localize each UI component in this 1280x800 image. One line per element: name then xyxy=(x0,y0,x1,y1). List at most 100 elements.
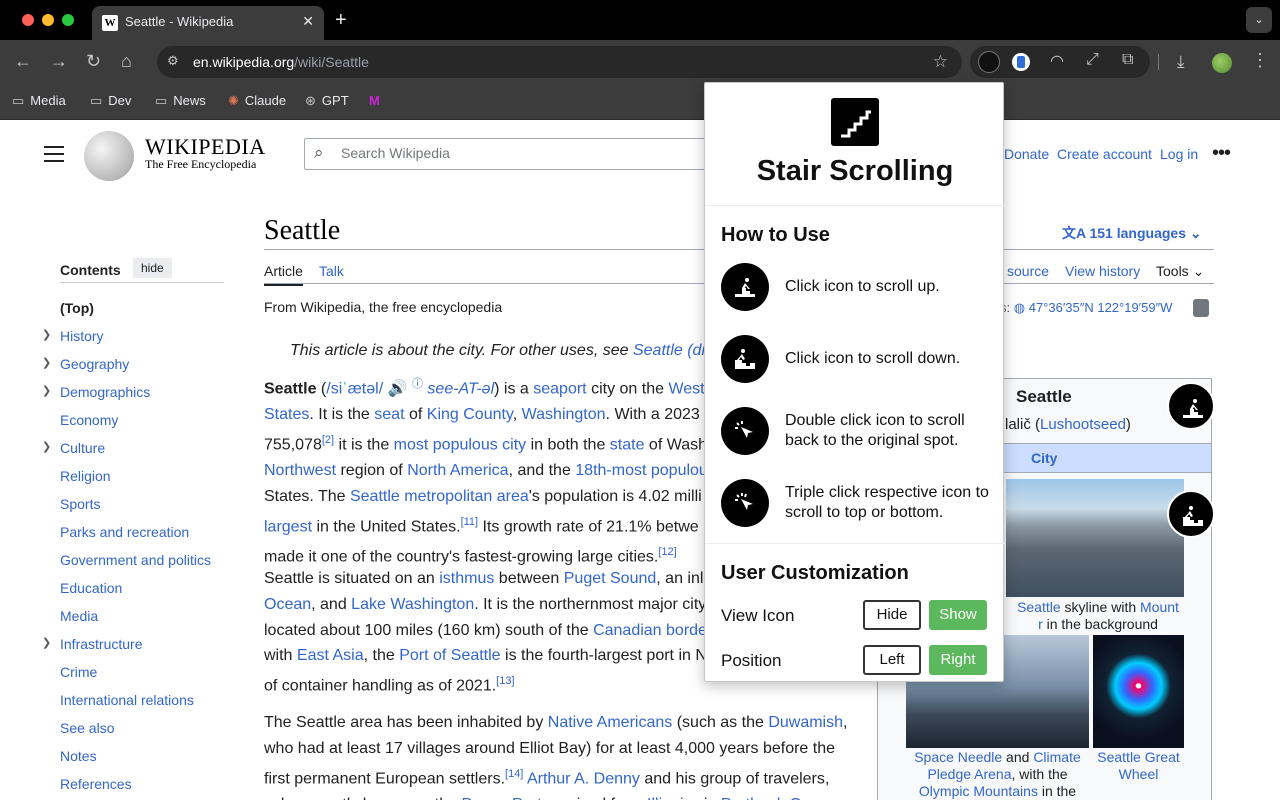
toc-item-history[interactable]: History xyxy=(60,328,104,344)
history-paragraph: The Seattle area has been inhabited by N… xyxy=(264,714,848,800)
bookmark-m-icon[interactable]: M xyxy=(369,93,380,108)
skyline-caption: Seattle skyline with Mount r in the backg… xyxy=(1017,599,1179,632)
wiki-search-box[interactable]: ⌕ xyxy=(304,138,724,170)
create-account-link[interactable]: Create account xyxy=(1057,146,1152,162)
city-link[interactable]: City xyxy=(1031,450,1057,466)
toc-item-infrastructure[interactable]: Infrastructure xyxy=(60,636,142,652)
chevron-right-icon[interactable]: ❯ xyxy=(42,356,51,369)
great-wheel-photo[interactable] xyxy=(1093,635,1184,748)
toc-item-culture[interactable]: Culture xyxy=(60,440,105,456)
scroll-up-icon xyxy=(721,263,769,311)
browser-tab[interactable]: W Seattle - Wikipedia ✕ xyxy=(92,6,324,40)
tools-menu[interactable]: Tools ⌄ xyxy=(1156,263,1204,280)
toc-item-international[interactable]: International relations xyxy=(60,692,194,708)
disambiguation-link[interactable]: Seattle (di xyxy=(633,342,705,359)
bookmark-star-icon[interactable]: ☆ xyxy=(933,52,948,72)
scroll-up-floating-button[interactable] xyxy=(1167,382,1215,430)
toc-item-religion[interactable]: Religion xyxy=(60,468,111,484)
blue-extension-icon[interactable] xyxy=(1012,53,1030,71)
bookmark-news[interactable]: ▭ News xyxy=(155,93,206,109)
toc-item-government[interactable]: Government and politics xyxy=(60,552,211,568)
site-info-icon[interactable]: ⚙ xyxy=(167,53,179,69)
toc-item-education[interactable]: Education xyxy=(60,580,122,596)
toc-hide-button[interactable]: hide xyxy=(133,258,172,278)
scroll-down-floating-button[interactable] xyxy=(1167,490,1215,538)
popup-title: Stair Scrolling xyxy=(756,155,954,187)
triple-click-icon xyxy=(721,479,769,527)
browser-menu-icon[interactable]: ⋮ xyxy=(1251,50,1269,71)
howto-step-2: Click icon to scroll down. xyxy=(785,350,961,367)
chevron-right-icon[interactable]: ❯ xyxy=(42,636,51,649)
main-menu-icon[interactable] xyxy=(44,146,64,167)
languages-button[interactable]: 文A 151 languages ⌄ xyxy=(1062,223,1202,243)
scroll-down-icon xyxy=(721,335,769,383)
arc-extension-icon[interactable]: ◠ xyxy=(1050,51,1068,70)
minimize-window-button[interactable] xyxy=(42,14,54,26)
bookmark-dev[interactable]: ▭ Dev xyxy=(90,93,131,109)
position-label: Position xyxy=(721,651,782,670)
bookmark-claude[interactable]: ✺ Claude xyxy=(228,93,286,109)
toc-item-economy[interactable]: Economy xyxy=(60,412,118,428)
back-arrow-icon[interactable]: ← xyxy=(14,51,32,72)
folder-icon: ▭ xyxy=(90,93,103,108)
translate-icon: 文A xyxy=(1062,225,1090,241)
puzzle-icon[interactable]: ⧉ xyxy=(1122,51,1140,69)
donate-link[interactable]: Donate xyxy=(1004,146,1049,162)
toc-item-media[interactable]: Media xyxy=(60,608,98,624)
toc-item-crime[interactable]: Crime xyxy=(60,664,97,680)
chevron-right-icon[interactable]: ❯ xyxy=(42,328,51,341)
stairs-logo-icon xyxy=(831,98,879,146)
globe-icon: ◍ xyxy=(1013,300,1026,315)
address-bar[interactable]: ⚙ en.wikipedia.org/wiki/Seattle ☆ xyxy=(157,46,962,78)
chevron-right-icon[interactable]: ❯ xyxy=(42,440,51,453)
position-right-button[interactable]: Right xyxy=(929,645,987,675)
download-icon[interactable]: ⤓ xyxy=(1177,52,1185,72)
wikipedia-globe-logo[interactable] xyxy=(84,131,134,181)
tab-bar: W Seattle - Wikipedia ✕ + ⌄ xyxy=(0,0,1280,40)
howto-step-3: Double click icon to scroll back to the … xyxy=(785,412,965,449)
forward-arrow-icon[interactable]: → xyxy=(50,51,68,72)
folder-icon: ▭ xyxy=(12,93,25,108)
toc-item-geography[interactable]: Geography xyxy=(60,356,129,372)
lushootseed-link[interactable]: Lushootseed xyxy=(1040,416,1126,433)
position-left-button[interactable]: Left xyxy=(863,645,921,675)
search-icon: ⌕ xyxy=(314,143,324,162)
chevron-right-icon[interactable]: ❯ xyxy=(42,384,51,397)
tab-close-icon[interactable]: ✕ xyxy=(302,13,314,30)
search-input[interactable] xyxy=(341,145,701,161)
new-tab-button[interactable]: + xyxy=(335,9,347,32)
skyline-photo[interactable] xyxy=(1006,479,1184,597)
maximize-window-button[interactable] xyxy=(62,14,74,26)
home-icon[interactable]: ⌂ xyxy=(121,51,132,72)
toc-item-demographics[interactable]: Demographics xyxy=(60,384,150,400)
lock-icon[interactable] xyxy=(1193,299,1209,317)
hide-icon-button[interactable]: Hide xyxy=(863,600,921,630)
toc-item-references[interactable]: References xyxy=(60,776,132,792)
reload-icon[interactable]: ↻ xyxy=(86,51,101,72)
toc-item-sports[interactable]: Sports xyxy=(60,496,100,512)
url-text[interactable]: en.wikipedia.org/wiki/Seattle xyxy=(193,54,369,70)
bookmark-gpt[interactable]: ⊛ GPT xyxy=(305,93,349,109)
tab-search-button[interactable]: ⌄ xyxy=(1246,7,1272,33)
show-icon-button[interactable]: Show xyxy=(929,600,987,630)
tab-view-history[interactable]: View history xyxy=(1065,263,1140,279)
login-link[interactable]: Log in xyxy=(1160,146,1198,162)
howto-step-1: Click icon to scroll up. xyxy=(785,278,940,295)
profile-avatar[interactable] xyxy=(1212,53,1232,73)
tab-talk[interactable]: Talk xyxy=(319,263,344,279)
toc-title: Contents xyxy=(60,262,121,278)
infobox-native-name: lalič (Lushootseed) xyxy=(1005,416,1131,433)
toolbar-divider xyxy=(1158,54,1159,70)
toc-item-top[interactable]: (Top) xyxy=(60,300,94,316)
bookmark-media[interactable]: ▭ Media xyxy=(12,93,66,109)
toc-item-see-also[interactable]: See also xyxy=(60,720,114,736)
tab-view-source[interactable]: source xyxy=(1007,263,1049,279)
close-window-button[interactable] xyxy=(22,14,34,26)
toc-item-parks[interactable]: Parks and recreation xyxy=(60,524,189,540)
expand-extension-icon[interactable]: ⤢ xyxy=(1086,51,1104,69)
coordinates[interactable]: s: ◍ 47°36′35″N 122°19′59″W xyxy=(1000,300,1172,316)
toc-item-notes[interactable]: Notes xyxy=(60,748,97,764)
bookmarks-bar: ▭ Media ▭ Dev ▭ News ✺ Claude ⊛ GPT M xyxy=(0,84,1280,120)
stair-scrolling-extension-icon[interactable] xyxy=(978,51,1000,73)
more-options-icon[interactable]: ••• xyxy=(1212,142,1231,165)
